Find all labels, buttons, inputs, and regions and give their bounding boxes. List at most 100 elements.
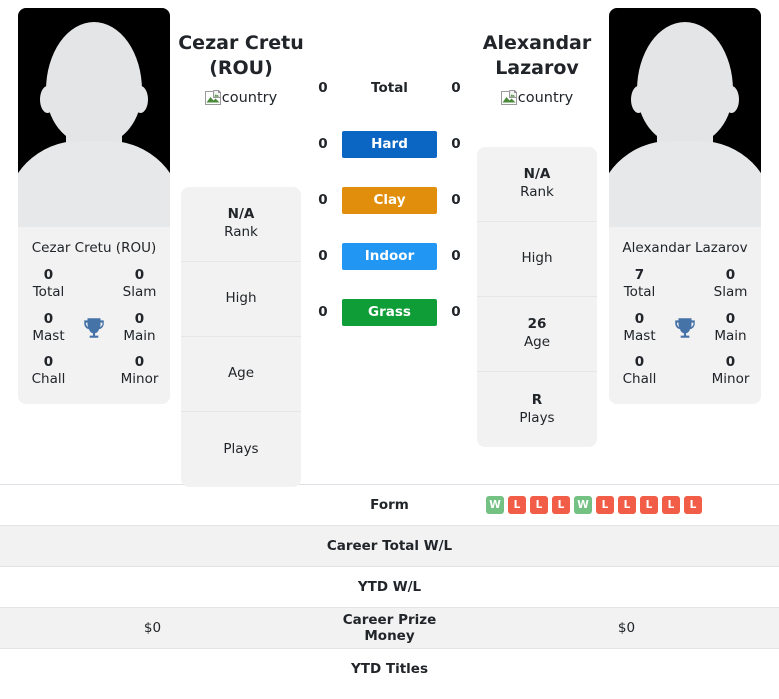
titles-total-label: Total (623, 283, 656, 300)
titles-total-left: 0 Total (22, 267, 75, 301)
titles-main-value: 0 (725, 310, 736, 327)
trophy-icon (666, 315, 704, 341)
surface-grass-badge: Grass (342, 298, 437, 326)
player-card-left: Cezar Cretu (ROU) 0 Total 0 Slam 0 Mast (18, 8, 170, 405)
ranking-row-high-left: High (181, 262, 301, 337)
titles-chall-right: 0 Chall (613, 354, 666, 388)
avatar-body-shape (609, 141, 761, 227)
titles-total-value: 0 (43, 266, 54, 283)
player-name-left-line1: Cezar Cretu (178, 32, 304, 54)
form-badge-l: L (530, 496, 548, 514)
player-comparison-area: Cezar Cretu (ROU) 0 Total 0 Slam 0 Mast (0, 0, 779, 487)
titles-mast-right: 0 Mast (613, 311, 666, 345)
surface-indoor-badge: Indoor (342, 242, 437, 270)
broken-image-icon (500, 89, 518, 106)
ranking-row-age-right: 26 Age (477, 297, 597, 372)
titles-total-label: Total (32, 283, 65, 300)
titles-total-right: 7 Total (613, 267, 666, 301)
form-badge-l: L (596, 496, 614, 514)
form-badge-l: L (552, 496, 570, 514)
titles-slam-right: 0 Slam (704, 267, 757, 301)
comparison-table-body: Form W L L L W L L L L L Career Total W/L YTD W/L $0 C… (0, 484, 779, 690)
titles-minor-label: Minor (711, 371, 750, 388)
ranking-rank-value: N/A (523, 166, 551, 183)
ranking-rank-label: Rank (520, 184, 554, 200)
form-badge-l: L (662, 496, 680, 514)
table-row: Career Total W/L (0, 525, 779, 567)
titles-main-label: Main (714, 327, 747, 344)
player-card-name-left: Cezar Cretu (ROU) (31, 240, 157, 256)
titles-chall-label: Chall (622, 371, 657, 388)
table-row: Form W L L L W L L L L L (0, 484, 779, 526)
table-cell-right (474, 567, 779, 608)
table-cell-left (0, 485, 305, 526)
table-row: $0 Career Prize Money $0 (0, 607, 779, 649)
titles-slam-label: Slam (713, 283, 748, 300)
surface-hard-left-value: 0 (318, 136, 328, 152)
form-badge-l: L (684, 496, 702, 514)
ranking-plays-label: Plays (223, 440, 259, 457)
surface-indoor-left-value: 0 (318, 248, 328, 264)
avatar-body-shape (18, 141, 170, 227)
player-flag-left-alt: country (221, 89, 278, 106)
table-row: YTD W/L (0, 566, 779, 608)
titles-mast-left: 0 Mast (22, 311, 75, 345)
table-cell-right (474, 649, 779, 690)
titles-minor-value: 0 (134, 354, 145, 371)
table-cell-right (474, 526, 779, 567)
form-badge-l: L (508, 496, 526, 514)
ranking-age-value: 26 (527, 316, 547, 333)
surface-total-right-value: 0 (451, 80, 461, 96)
ranking-plays-label: Plays (519, 409, 555, 426)
titles-total-value: 7 (634, 266, 645, 283)
form-badge-w: W (486, 496, 504, 514)
titles-minor-value: 0 (725, 354, 736, 371)
ranking-plays-value: R (531, 391, 543, 408)
titles-slam-value: 0 (725, 266, 736, 283)
table-cell-left (0, 649, 305, 690)
titles-main-label: Main (123, 327, 156, 344)
titles-chall-left: 0 Chall (22, 354, 75, 388)
ranking-row-rank-left: N/A Rank (181, 187, 301, 262)
surface-indoor-right-value: 0 (451, 248, 461, 264)
titles-mast-value: 0 (634, 310, 645, 327)
table-row-label: Career Prize Money (342, 612, 437, 644)
table-cell-right: WLLLWLLLLL (474, 485, 779, 526)
form-badges: WLLLWLLLLL (486, 496, 767, 514)
ranking-age-label: Age (227, 365, 255, 382)
table-cell-left: $0 (143, 620, 162, 636)
table-row-label: YTD W/L (357, 579, 422, 595)
surface-hard-right-value: 0 (451, 136, 461, 152)
avatar-ear-left-shape (631, 86, 646, 113)
player-card-right: Alexandar Lazarov 7 Total 0 Slam 0 Mast (609, 8, 761, 405)
titles-slam-label: Slam (122, 283, 157, 300)
form-badge-l: L (640, 496, 658, 514)
surface-row-grass: 0 Grass 0 (311, 284, 468, 340)
ranking-card-right: N/A Rank High 26 Age R Plays (477, 147, 597, 447)
surface-grass-left-value: 0 (318, 304, 328, 320)
titles-main-value: 0 (134, 310, 145, 327)
surface-total-left-value: 0 (318, 80, 328, 96)
player-name-right-line1: Alexandar (482, 32, 592, 54)
player-header-right: Alexandar Lazarov country (467, 31, 607, 106)
player-name-left-line2: (ROU) (209, 57, 273, 80)
player-name-right-line2: Lazarov (495, 57, 579, 80)
form-badge-w: W (574, 496, 592, 514)
titles-chall-value: 0 (634, 354, 645, 371)
trophy-icon (75, 315, 113, 341)
player-name-right: Alexandar Lazarov (467, 31, 607, 81)
surface-row-clay: 0 Clay 0 (311, 172, 468, 228)
titles-mast-label: Mast (623, 327, 656, 344)
ranking-high-label: High (225, 290, 257, 307)
table-row: YTD Titles (0, 648, 779, 690)
titles-mast-label: Mast (32, 327, 65, 344)
surface-clay-right-value: 0 (451, 192, 461, 208)
table-row-label: Career Total W/L (326, 538, 453, 554)
broken-image-icon (204, 89, 222, 106)
surface-total-label: Total (371, 80, 408, 96)
ranking-rank-value: N/A (227, 206, 255, 223)
comparison-stats-table: Form W L L L W L L L L L Career Total W/L YTD W/L $0 C… (0, 484, 779, 690)
surface-row-total: 0 Total 0 (311, 60, 468, 116)
player-flag-right: country (467, 89, 607, 106)
player-card-name-right: Alexandar Lazarov (622, 240, 748, 256)
